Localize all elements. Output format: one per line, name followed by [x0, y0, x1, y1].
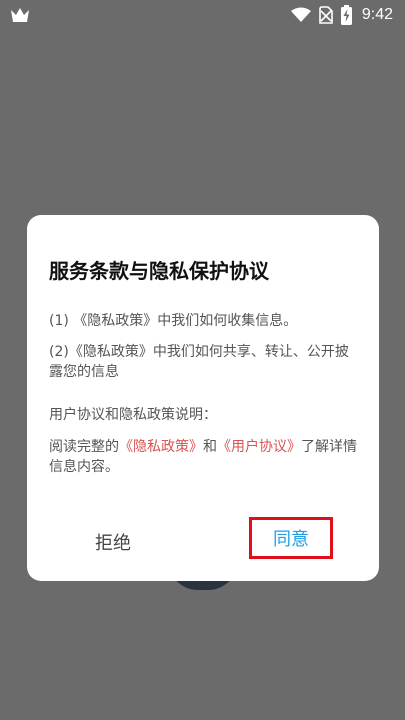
agree-button[interactable]: 同意	[249, 517, 333, 559]
status-bar: 9:42	[0, 0, 405, 30]
status-time: 9:42	[361, 6, 393, 23]
user-agreement-link[interactable]: 《用户协议》	[217, 439, 301, 455]
reject-button[interactable]: 拒绝	[95, 529, 131, 555]
read-full-text: 阅读完整的《隐私政策》和《用户协议》了解详情信息内容。	[49, 437, 359, 477]
item-collect-info: (1) 《隐私政策》中我们如何收集信息。	[49, 313, 298, 329]
privacy-dialog: 服务条款与隐私保护协议 (1) 《隐私政策》中我们如何收集信息。 (2)《隐私政…	[27, 215, 379, 581]
wifi-icon	[290, 7, 311, 22]
read-prefix: 阅读完整的	[49, 439, 119, 455]
agreement-note: 用户协议和隐私政策说明：	[49, 407, 217, 423]
and-text: 和	[203, 439, 217, 455]
crown-icon	[11, 8, 29, 22]
dialog-title: 服务条款与隐私保护协议	[49, 259, 269, 283]
item-share-info: (2)《隐私政策》中我们如何共享、转让、公开披露您的信息	[49, 344, 349, 380]
status-icons: 9:42	[290, 4, 393, 26]
no-sim-icon	[319, 6, 333, 24]
privacy-policy-link[interactable]: 《隐私政策》	[119, 439, 203, 455]
battery-charging-icon	[340, 5, 352, 25]
